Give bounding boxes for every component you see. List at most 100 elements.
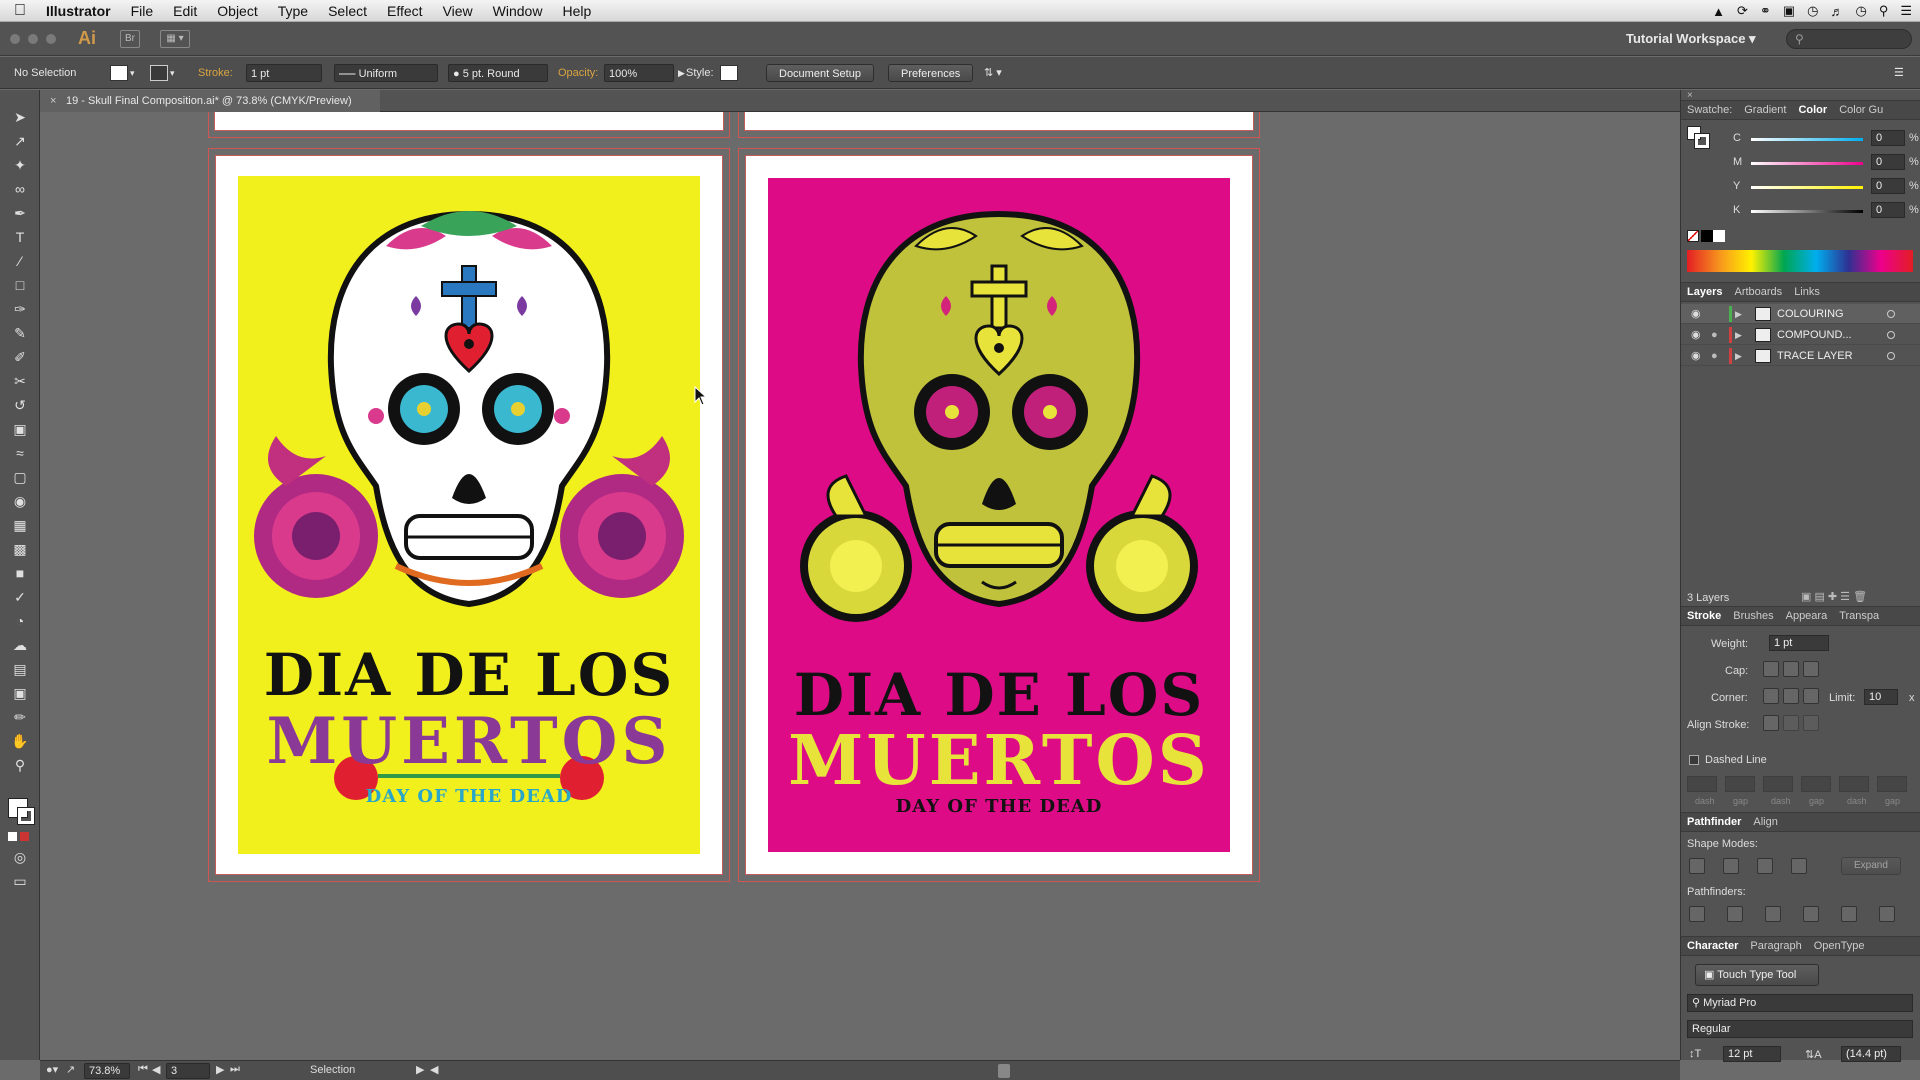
layer-target-icon[interactable] bbox=[1887, 310, 1895, 318]
layer-row-trace[interactable]: ◉ ● ▶ TRACE LAYER bbox=[1681, 346, 1920, 366]
free-transform-tool-icon[interactable]: ▢ bbox=[11, 468, 29, 486]
expand-arrow-icon[interactable]: ▶ bbox=[1735, 304, 1742, 324]
gradient-tool-icon[interactable]: ■ bbox=[11, 564, 29, 582]
arrange-documents-button[interactable]: ▦ ▾ bbox=[160, 30, 190, 48]
creative-cloud-icon[interactable]: ⚭ bbox=[1760, 3, 1771, 19]
menu-edit[interactable]: Edit bbox=[163, 3, 207, 19]
horizontal-scrollbar-thumb[interactable] bbox=[998, 1064, 1010, 1078]
shape-builder-tool-icon[interactable]: ◉ bbox=[11, 492, 29, 510]
layer-name[interactable]: COLOURING bbox=[1777, 304, 1844, 324]
divide-button[interactable] bbox=[1689, 906, 1705, 922]
artboard-last-icon[interactable]: ⏭ bbox=[230, 1063, 240, 1076]
tab-transparency[interactable]: Transpa bbox=[1833, 610, 1885, 622]
gap-field-3[interactable] bbox=[1877, 776, 1907, 792]
menu-select[interactable]: Select bbox=[318, 3, 377, 19]
lasso-tool-icon[interactable]: ∞ bbox=[11, 180, 29, 198]
slider-c[interactable] bbox=[1751, 138, 1863, 141]
poster-right-title-line1[interactable]: DIA DE LOS bbox=[746, 661, 1252, 729]
layer-target-icon[interactable] bbox=[1887, 352, 1895, 360]
stroke-label[interactable]: Stroke: bbox=[198, 64, 233, 82]
menu-window[interactable]: Window bbox=[483, 3, 553, 19]
artboard-canvas[interactable]: DIA DE LOS MUERTOS DAY OF THE DEAD DIA D… bbox=[40, 112, 1680, 1060]
tab-pathfinder[interactable]: Pathfinder bbox=[1681, 816, 1747, 828]
time-machine-icon[interactable]: ◷ bbox=[1807, 3, 1818, 19]
gap-field-2[interactable] bbox=[1801, 776, 1831, 792]
expand-button[interactable]: Expand bbox=[1841, 857, 1901, 875]
scissors-tool-icon[interactable]: ✂ bbox=[11, 372, 29, 390]
artboard-prev-icon[interactable]: ◀ bbox=[152, 1063, 160, 1076]
limit-field[interactable]: 10 bbox=[1864, 689, 1898, 705]
exclude-button[interactable] bbox=[1791, 858, 1807, 874]
eye-icon[interactable]: ◉ bbox=[1691, 325, 1701, 345]
paintbrush-tool-icon[interactable]: ✑ bbox=[11, 300, 29, 318]
slice-tool-icon[interactable]: ✏ bbox=[11, 708, 29, 726]
gap-field-1[interactable] bbox=[1725, 776, 1755, 792]
rectangle-tool-icon[interactable]: □ bbox=[11, 276, 29, 294]
artboard-next-icon[interactable]: ▶ bbox=[216, 1063, 224, 1076]
minus-back-button[interactable] bbox=[1879, 906, 1895, 922]
channel-field-c[interactable]: 0 bbox=[1871, 130, 1905, 146]
layer-name[interactable]: TRACE LAYER bbox=[1777, 346, 1853, 366]
close-window-button[interactable] bbox=[10, 34, 20, 44]
none-mode-icon[interactable] bbox=[20, 832, 29, 841]
poster-left-subtitle[interactable]: DAY OF THE DEAD bbox=[216, 786, 722, 807]
layer-target-icon[interactable] bbox=[1887, 331, 1895, 339]
unite-button[interactable] bbox=[1689, 858, 1705, 874]
layer-row-colouring[interactable]: ◉ ▶ COLOURING bbox=[1681, 304, 1920, 324]
color-mode-icon[interactable] bbox=[8, 832, 17, 841]
zoom-tool-icon[interactable]: ⚲ bbox=[11, 756, 29, 774]
tab-brushes[interactable]: Brushes bbox=[1727, 610, 1779, 622]
fill-swatch[interactable] bbox=[110, 65, 128, 81]
zoom-level-field[interactable]: 73.8% bbox=[84, 1063, 130, 1079]
align-center-button[interactable] bbox=[1763, 715, 1779, 731]
dash-field-2[interactable] bbox=[1763, 776, 1793, 792]
lock-icon[interactable]: ● bbox=[1711, 325, 1718, 345]
intersect-button[interactable] bbox=[1757, 858, 1773, 874]
butt-cap-button[interactable] bbox=[1763, 661, 1779, 677]
expand-arrow-icon[interactable]: ▶ bbox=[1735, 325, 1742, 345]
menu-app-name[interactable]: Illustrator bbox=[40, 3, 121, 19]
transform-options-icon[interactable]: ⇅ ▾ bbox=[984, 64, 1002, 82]
poster-right-subtitle[interactable]: DAY OF THE DEAD bbox=[746, 796, 1252, 817]
tab-paragraph[interactable]: Paragraph bbox=[1744, 940, 1807, 952]
weight-field[interactable]: 1 pt bbox=[1769, 635, 1829, 651]
variable-width-profile[interactable]: ⎯⎯⎯ Uniform bbox=[334, 64, 438, 82]
blend-tool-icon[interactable]: ◔ bbox=[11, 612, 29, 630]
poster-left-title-line2[interactable]: MUERTOS bbox=[216, 704, 722, 779]
tab-align[interactable]: Align bbox=[1747, 816, 1783, 828]
crop-button[interactable] bbox=[1803, 906, 1819, 922]
slider-m[interactable] bbox=[1751, 162, 1863, 165]
preferences-button[interactable]: Preferences bbox=[888, 64, 974, 82]
layer-panel-actions[interactable]: ▣ ▤ ✚ ☰ 🗑 bbox=[1801, 590, 1867, 603]
touch-type-tool-button[interactable]: ▣ Touch Type Tool bbox=[1695, 964, 1819, 986]
poster-left-title-line1[interactable]: DIA DE LOS bbox=[216, 641, 722, 709]
artboard-first-icon[interactable]: ⏮ bbox=[138, 1063, 148, 1076]
black-swatch[interactable] bbox=[1701, 230, 1713, 242]
opacity-label[interactable]: Opacity: bbox=[558, 64, 598, 82]
artboard-left[interactable]: DIA DE LOS MUERTOS DAY OF THE DEAD bbox=[215, 155, 723, 875]
tab-opentype[interactable]: OpenType bbox=[1808, 940, 1871, 952]
selection-tool-icon[interactable]: ➤ bbox=[11, 108, 29, 126]
blob-brush-tool-icon[interactable]: ✐ bbox=[11, 348, 29, 366]
slider-y[interactable] bbox=[1751, 186, 1863, 189]
channel-field-k[interactable]: 0 bbox=[1871, 202, 1905, 218]
layer-row-compound[interactable]: ◉ ● ▶ COMPOUND... bbox=[1681, 325, 1920, 345]
artboard-right[interactable]: DIA DE LOS MUERTOS DAY OF THE DEAD bbox=[745, 155, 1253, 875]
stroke-color-box[interactable] bbox=[17, 807, 35, 825]
outline-button[interactable] bbox=[1841, 906, 1857, 922]
menu-effect[interactable]: Effect bbox=[377, 3, 433, 19]
minus-front-button[interactable] bbox=[1723, 858, 1739, 874]
hand-tool-icon[interactable]: ✋ bbox=[11, 732, 29, 750]
tab-links[interactable]: Links bbox=[1788, 286, 1826, 298]
leading-field[interactable]: (14.4 pt) bbox=[1841, 1046, 1901, 1062]
channel-field-y[interactable]: 0 bbox=[1871, 178, 1905, 194]
eye-icon[interactable]: ◉ bbox=[1691, 346, 1701, 366]
font-size-field[interactable]: 12 pt bbox=[1723, 1046, 1781, 1062]
tab-color[interactable]: Color bbox=[1792, 104, 1833, 116]
clock-icon[interactable]: ◷ bbox=[1855, 3, 1866, 19]
pencil-tool-icon[interactable]: ✎ bbox=[11, 324, 29, 342]
screen-icon[interactable]: ▣ bbox=[1783, 3, 1795, 19]
share-icon[interactable]: ↗ bbox=[66, 1063, 75, 1076]
menu-type[interactable]: Type bbox=[268, 3, 318, 19]
opacity-arrow-icon[interactable]: ▶ bbox=[678, 64, 685, 82]
